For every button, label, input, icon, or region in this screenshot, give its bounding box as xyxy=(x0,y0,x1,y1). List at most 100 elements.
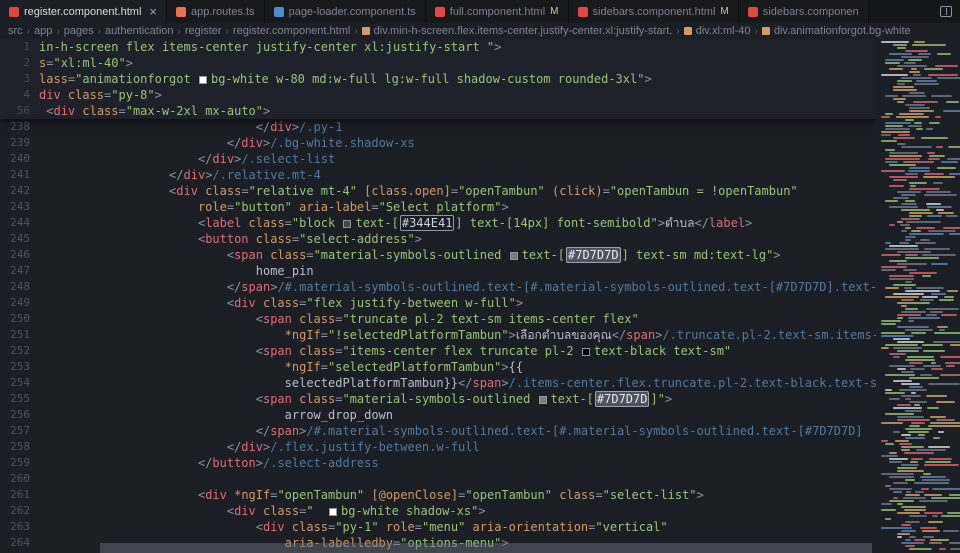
color-decorator[interactable] xyxy=(329,507,338,516)
split-editor-icon[interactable] xyxy=(940,6,952,17)
code-line[interactable]: 242 <div class="relative mt-4" [class.op… xyxy=(0,183,876,199)
line-number[interactable]: 251 xyxy=(0,327,30,343)
line-number[interactable]: 240 xyxy=(0,151,30,167)
editor[interactable]: 1 in-h-screen flex items-center justify-c… xyxy=(0,39,960,553)
code-line[interactable]: 3 lass="animationforgot bg-white w-80 md:… xyxy=(0,71,876,87)
tab-app.routes.ts[interactable]: app.routes.ts xyxy=(166,0,265,23)
code-line[interactable]: 250 <span class="truncate pl-2 text-sm i… xyxy=(0,311,876,327)
code-line[interactable]: 258 </div>/.flex.justify-between.w-full xyxy=(0,439,876,455)
line-number[interactable]: 259 xyxy=(0,455,30,471)
line-number[interactable]: 246 xyxy=(0,247,30,263)
breadcrumb-item[interactable]: div.animationforgot.bg-white xyxy=(761,25,911,37)
tab-full.component.html[interactable]: full.component.html M xyxy=(425,0,569,23)
code-line[interactable]: 246 <span class="material-symbols-outlin… xyxy=(0,247,876,263)
code-line[interactable]: 260 xyxy=(0,471,876,487)
line-number[interactable]: 3 xyxy=(0,71,30,87)
line-number[interactable]: 258 xyxy=(0,439,30,455)
tab-label: register.component.html xyxy=(24,5,142,18)
line-number[interactable]: 1 xyxy=(0,39,30,55)
code-line[interactable]: 239 </div>/.bg-white.shadow-xs xyxy=(0,135,876,151)
line-number[interactable]: 248 xyxy=(0,279,30,295)
code-line[interactable]: 240 </div>/.select-list xyxy=(0,151,876,167)
code-line[interactable]: 1 in-h-screen flex items-center justify-c… xyxy=(0,39,876,55)
close-icon[interactable]: × xyxy=(149,5,157,18)
code-lines[interactable]: 238 </div>/.py-1 239 </div>/.bg-white.sha… xyxy=(0,119,876,551)
line-number[interactable]: 257 xyxy=(0,423,30,439)
line-number[interactable]: 250 xyxy=(0,311,30,327)
code-line[interactable]: 245 <button class="select-address"> xyxy=(0,231,876,247)
code-line[interactable]: 257 </span>/#.material-symbols-outlined.… xyxy=(0,423,876,439)
tab-sidebars.componen[interactable]: sidebars.componen xyxy=(738,0,869,23)
breadcrumb-item[interactable]: register xyxy=(185,25,222,37)
code-line[interactable]: 251 *ngIf="!selectedPlatformTambun">เลือ… xyxy=(0,327,876,343)
breadcrumb-item[interactable]: app xyxy=(34,25,52,37)
code-line[interactable]: 262 <div class=" bg-white shadow-xs"> xyxy=(0,503,876,519)
line-number[interactable]: 256 xyxy=(0,407,30,423)
line-number[interactable]: 254 xyxy=(0,375,30,391)
horizontal-scrollbar[interactable] xyxy=(100,543,872,553)
line-number[interactable]: 2 xyxy=(0,55,30,71)
code-line[interactable]: 238 </div>/.py-1 xyxy=(0,119,876,135)
code-line[interactable]: 4 div class="py-8"> xyxy=(0,87,876,103)
line-number[interactable]: 262 xyxy=(0,503,30,519)
tab-page-loader.component.ts[interactable]: page-loader.component.ts xyxy=(264,0,426,23)
code-line[interactable]: 259 </button>/.select-address xyxy=(0,455,876,471)
code-line[interactable]: 254 selectedPlatformTambun}}</span>/.ite… xyxy=(0,375,876,391)
tab-sidebars.component.html[interactable]: sidebars.component.html M xyxy=(568,0,739,23)
code-line[interactable]: 256 arrow_drop_down xyxy=(0,407,876,423)
code-line[interactable]: 252 <span class="items-center flex trunc… xyxy=(0,343,876,359)
code-line[interactable]: 244 <label class="block text-[#344E41] t… xyxy=(0,215,876,231)
line-number[interactable]: 239 xyxy=(0,135,30,151)
color-decorator[interactable] xyxy=(538,395,547,404)
code-line[interactable]: 263 <div class="py-1" role="menu" aria-o… xyxy=(0,519,876,535)
line-number[interactable]: 245 xyxy=(0,231,30,247)
code-line[interactable]: 2 s="xl:ml-40"> xyxy=(0,55,876,71)
line-number[interactable]: 243 xyxy=(0,199,30,215)
line-number[interactable]: 242 xyxy=(0,183,30,199)
code-line[interactable]: 248 </span>/#.material-symbols-outlined.… xyxy=(0,279,876,295)
code-line[interactable]: 255 <span class="material-symbols-outlin… xyxy=(0,391,876,407)
line-number[interactable]: 260 xyxy=(0,471,30,487)
line-number[interactable]: 253 xyxy=(0,359,30,375)
code-line[interactable]: 247 home_pin xyxy=(0,263,876,279)
code-line[interactable]: 241 </div>/.relative.mt-4 xyxy=(0,167,876,183)
breadcrumb-item[interactable]: register.component.html xyxy=(233,25,350,37)
tab-register.component.html[interactable]: register.component.html × xyxy=(0,0,167,23)
code-line[interactable]: 249 <div class="flex justify-between w-f… xyxy=(0,295,876,311)
line-number[interactable]: 252 xyxy=(0,343,30,359)
code-line[interactable]: 243 role="button" aria-label="Select pla… xyxy=(0,199,876,215)
line-number[interactable]: 249 xyxy=(0,295,30,311)
breadcrumb-item[interactable]: pages xyxy=(64,25,94,37)
color-decorator[interactable] xyxy=(509,251,518,260)
breadcrumb-item[interactable]: div.min-h-screen.flex.items-center.justi… xyxy=(361,25,672,37)
line-number[interactable]: 263 xyxy=(0,519,30,535)
minimap-line xyxy=(909,401,928,403)
minimap[interactable] xyxy=(876,39,960,553)
code-token: aria-orientation xyxy=(472,520,589,534)
code-line[interactable]: 261 <div *ngIf="openTambun" [@openClose]… xyxy=(0,487,876,503)
breadcrumb-item[interactable]: src xyxy=(8,25,23,37)
line-number[interactable]: 261 xyxy=(0,487,30,503)
minimap-line xyxy=(923,176,955,178)
code-token: div xyxy=(39,88,68,102)
minimap-line xyxy=(917,53,931,55)
tab-label: full.component.html xyxy=(449,5,546,18)
minimap-line xyxy=(889,155,923,157)
line-number[interactable]: 264 xyxy=(0,535,30,551)
color-decorator[interactable] xyxy=(198,75,207,84)
code-line[interactable]: 253 *ngIf="selectedPlatformTambun">{{ xyxy=(0,359,876,375)
code-line[interactable]: 56 <div class="max-w-2xl mx-auto"> xyxy=(0,103,876,119)
breadcrumb-item[interactable]: div.xl:ml-40 xyxy=(683,25,751,37)
line-number[interactable]: 238 xyxy=(0,119,30,135)
line-number[interactable]: 241 xyxy=(0,167,30,183)
color-decorator[interactable] xyxy=(343,219,352,228)
code-area[interactable]: 1 in-h-screen flex items-center justify-c… xyxy=(0,39,876,553)
line-number[interactable]: 244 xyxy=(0,215,30,231)
sticky-scroll[interactable]: 1 in-h-screen flex items-center justify-c… xyxy=(0,39,876,119)
line-number[interactable]: 56 xyxy=(0,103,30,119)
color-decorator[interactable] xyxy=(581,347,590,356)
line-number[interactable]: 247 xyxy=(0,263,30,279)
line-number[interactable]: 4 xyxy=(0,87,30,103)
breadcrumb-item[interactable]: authentication xyxy=(105,25,174,37)
line-number[interactable]: 255 xyxy=(0,391,30,407)
